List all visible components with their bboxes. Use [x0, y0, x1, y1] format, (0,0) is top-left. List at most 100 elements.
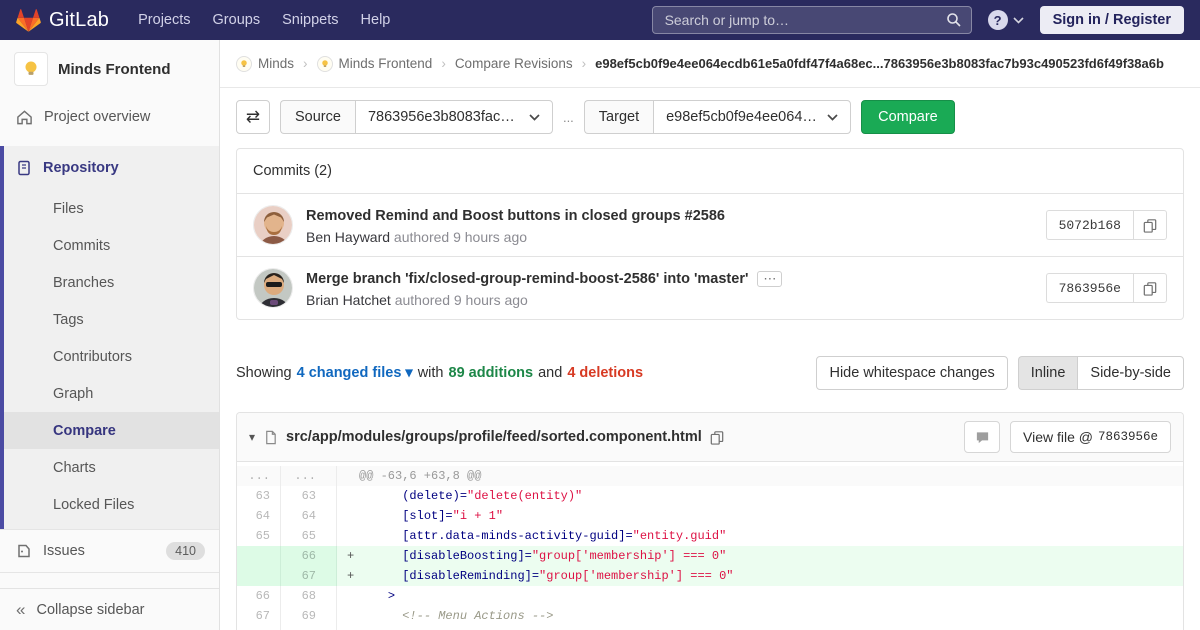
commit-author-avatar[interactable] [253, 205, 293, 245]
commit-author-name[interactable]: Ben Hayward [306, 229, 390, 245]
view-file-button[interactable]: View file @ 7863956e [1010, 421, 1171, 453]
sidebar-item-tags[interactable]: Tags [4, 301, 219, 338]
diff-old-line-number[interactable]: 63 [237, 486, 281, 506]
source-label: Source [280, 100, 355, 134]
compare-button[interactable]: Compare [861, 100, 955, 134]
chevron-down-icon [827, 113, 838, 121]
sidebar-item-locked-files[interactable]: Locked Files [4, 486, 219, 523]
diff-old-line-number[interactable]: 67 [237, 606, 281, 626]
copy-file-path-button[interactable] [710, 430, 724, 445]
nav-menu-help[interactable]: Help [350, 0, 402, 40]
search-icon[interactable] [946, 12, 962, 28]
sidebar-item-branches[interactable]: Branches [4, 264, 219, 301]
issues-icon [16, 543, 32, 559]
deletions-count: 4 deletions [567, 365, 644, 381]
copy-sha-button[interactable] [1133, 210, 1167, 240]
diff-old-line-number[interactable]: 68 [237, 626, 281, 630]
and-label: and [538, 365, 563, 381]
commit-sha[interactable]: 7863956e [1045, 273, 1133, 303]
diff-new-line-number[interactable]: 67 [281, 566, 337, 586]
sidebar-item-contributors[interactable]: Contributors [4, 338, 219, 375]
diff-file-path[interactable]: src/app/modules/groups/profile/feed/sort… [286, 429, 702, 445]
collapse-sidebar-button[interactable]: « Collapse sidebar [0, 588, 219, 630]
diff-new-line-number[interactable]: 69 [281, 606, 337, 626]
collapse-file-caret-icon[interactable]: ▾ [249, 430, 255, 444]
nav-menu-snippets[interactable]: Snippets [271, 0, 349, 40]
document-icon [16, 160, 32, 176]
diff-new-line-number[interactable]: 68 [281, 586, 337, 606]
sidebar-item-charts[interactable]: Charts [4, 449, 219, 486]
diff-line-ctx: 65 65 [attr.data-minds-activity-guid]="en… [237, 526, 1183, 546]
commits-panel: Commits (2) Removed Remind and Boost but… [236, 148, 1184, 320]
commit-sha[interactable]: 5072b168 [1045, 210, 1133, 240]
changed-files-dropdown[interactable]: 4 changed files ▾ [297, 365, 413, 381]
breadcrumb-current-revisions: e98ef5cb0f9e4ee064ecdb61e5a0fdf47f4a68ec… [595, 56, 1164, 71]
breadcrumb-item-minds-frontend[interactable]: Minds Frontend [316, 55, 432, 72]
diff-file-header: ▾ src/app/modules/groups/profile/feed/so… [237, 413, 1183, 462]
sign-in-button[interactable]: Sign in / Register [1039, 6, 1184, 34]
project-sidebar: Minds Frontend Project overview Reposito… [0, 40, 220, 630]
diff-line-code: + [disableBoosting]="group['membership']… [337, 546, 1183, 566]
diff-old-line-number[interactable]: ... [237, 466, 281, 486]
sidebar-item-issues[interactable]: Issues 410 [0, 529, 219, 573]
clipboard-icon [1143, 281, 1157, 296]
commit-author-name[interactable]: Brian Hatchet [306, 292, 391, 308]
sidebar-item-compare[interactable]: Compare [4, 412, 219, 449]
ellipsis-icon: ⋯ [763, 270, 777, 286]
breadcrumb-item-minds[interactable]: Minds [236, 55, 294, 72]
sidebar-item-files[interactable]: Files [4, 190, 219, 227]
sidebar-item-graph[interactable]: Graph [4, 375, 219, 412]
hide-whitespace-button[interactable]: Hide whitespace changes [816, 356, 1008, 390]
nav-menu-groups[interactable]: Groups [202, 0, 272, 40]
diff-new-line-number[interactable]: ... [281, 466, 337, 486]
commit-info: Merge branch 'fix/closed-group-remind-bo… [306, 269, 1033, 308]
swap-revisions-button[interactable]: ⇄ [236, 100, 270, 134]
diff-new-line-number[interactable]: 63 [281, 486, 337, 506]
commit-title[interactable]: Removed Remind and Boost buttons in clos… [306, 206, 1033, 226]
copy-sha-button[interactable] [1133, 273, 1167, 303]
sidebar-item-repository[interactable]: Repository [4, 146, 219, 190]
target-ref-dropdown[interactable]: e98ef5cb0f9e4ee064ec… [653, 100, 852, 134]
diff-old-line-number[interactable]: 64 [237, 506, 281, 526]
side-by-side-view-button[interactable]: Side-by-side [1077, 356, 1184, 390]
compare-revisions-form: ⇄ Source 7863956e3b8083fac7b9… ... Targe… [236, 100, 1184, 134]
nav-menu-projects[interactable]: Projects [127, 0, 201, 40]
sidebar-item-project-overview[interactable]: Project overview [0, 96, 219, 138]
code-token: "group['membership'] === 0" [531, 549, 727, 563]
diff-line-add: 67 + [disableReminding]="group['membershi… [237, 566, 1183, 586]
collapse-sidebar-label: Collapse sidebar [36, 601, 145, 618]
diff-new-line-number[interactable]: 70 [281, 626, 337, 630]
search-input[interactable] [651, 6, 972, 34]
breadcrumb-label: Compare Revisions [454, 56, 573, 71]
commit-description-toggle-button[interactable]: ⋯ [757, 270, 783, 287]
toggle-comments-button[interactable] [964, 421, 1000, 453]
help-menu[interactable]: ? [987, 10, 1024, 30]
showing-label: Showing [236, 365, 292, 381]
diff-file-panel: ▾ src/app/modules/groups/profile/feed/so… [236, 412, 1184, 630]
diff-old-line-number[interactable] [237, 566, 281, 586]
sidebar-item-label: Repository [43, 160, 119, 176]
diff-old-line-number[interactable]: 65 [237, 526, 281, 546]
diff-new-line-number[interactable]: 65 [281, 526, 337, 546]
repository-subitems: Files Commits Branches Tags Contributors Grap… [4, 190, 219, 523]
source-ref-value: 7863956e3b8083fac7b9… [367, 109, 521, 125]
top-navbar: GitLab ProjectsGroupsSnippetsHelp ? Sign… [0, 0, 1200, 40]
additions-count: 89 additions [448, 365, 534, 381]
sidebar-project-header[interactable]: Minds Frontend [0, 40, 219, 96]
commit-title[interactable]: Merge branch 'fix/closed-group-remind-bo… [306, 269, 1033, 289]
source-ref-dropdown[interactable]: 7863956e3b8083fac7b9… [354, 100, 553, 134]
sidebar-item-commits[interactable]: Commits [4, 227, 219, 264]
diff-old-line-number[interactable] [237, 546, 281, 566]
code-token: [disableBoosting]= [402, 549, 532, 563]
diff-new-line-number[interactable]: 66 [281, 546, 337, 566]
diff-line-code: [slot]="i + 1" [337, 506, 1183, 526]
breadcrumb-separator-icon: › [303, 56, 308, 71]
commit-author-avatar[interactable] [253, 268, 293, 308]
diff-new-line-number[interactable]: 64 [281, 506, 337, 526]
breadcrumb-item-compare-revisions[interactable]: Compare Revisions [455, 56, 573, 71]
diff-line-ctx: 63 63 (delete)="delete(entity)" [237, 486, 1183, 506]
gitlab-logo[interactable]: GitLab [16, 8, 109, 33]
chevron-down-icon [529, 113, 540, 121]
diff-old-line-number[interactable]: 66 [237, 586, 281, 606]
inline-view-button[interactable]: Inline [1017, 356, 1078, 390]
